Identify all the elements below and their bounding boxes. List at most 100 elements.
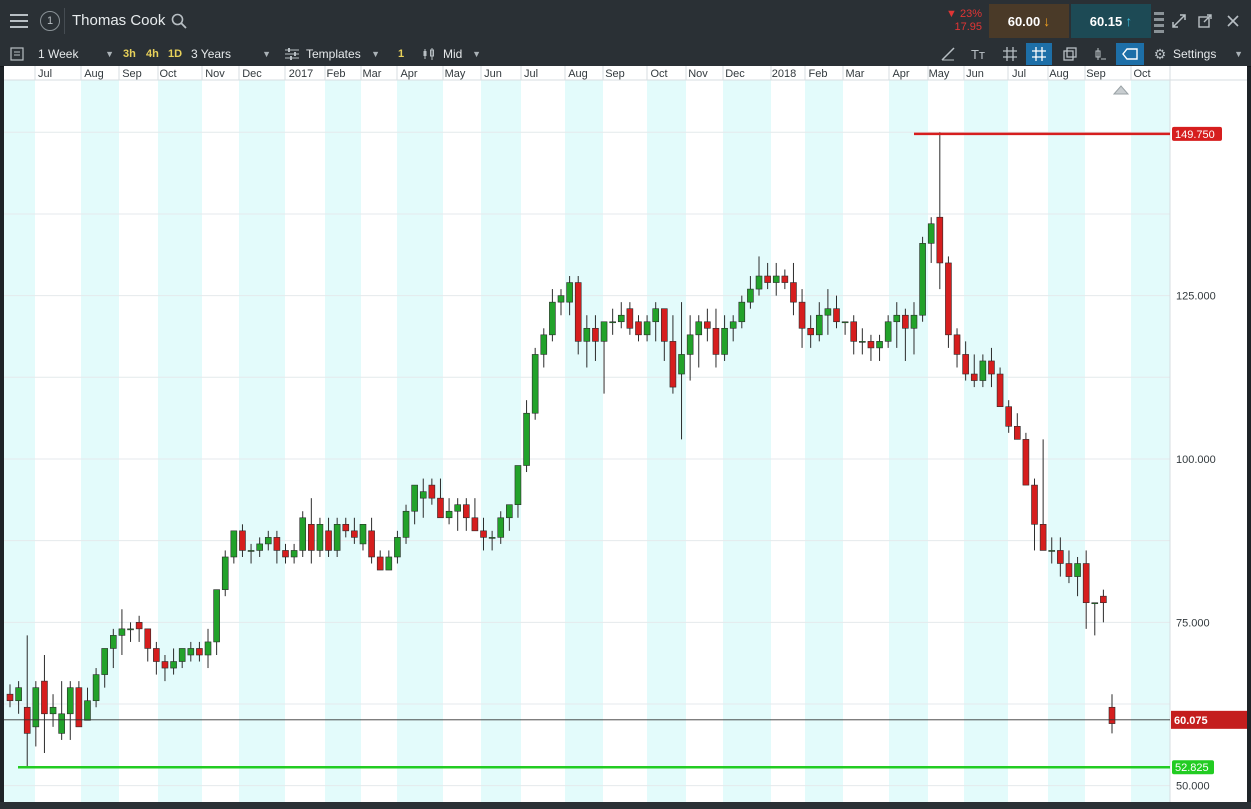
candle-body bbox=[514, 465, 522, 506]
candle bbox=[385, 550, 393, 571]
candle-body bbox=[841, 321, 849, 324]
candle-body bbox=[747, 288, 754, 303]
x-tick-label: Oct bbox=[1133, 68, 1150, 80]
close-icon[interactable] bbox=[1224, 12, 1242, 30]
month-band bbox=[397, 80, 443, 802]
candle-body bbox=[1091, 602, 1099, 605]
candle-body bbox=[755, 275, 763, 290]
gear-icon[interactable]: ⚙ bbox=[1150, 44, 1170, 64]
text-tool-icon[interactable]: Tт bbox=[966, 44, 990, 64]
order-book-icon[interactable] bbox=[1152, 8, 1166, 36]
price-chart[interactable]: 149.750 52.825 60.075 Jul Aug Sep Oct Nov Dec 20… bbox=[4, 66, 1247, 802]
x-tick-label: Jul bbox=[1012, 68, 1026, 80]
candle-style-icon[interactable] bbox=[1088, 44, 1112, 64]
candle bbox=[462, 498, 470, 531]
candle bbox=[308, 498, 315, 564]
templates-icon bbox=[284, 45, 300, 63]
candle-body bbox=[807, 327, 814, 336]
candle-body bbox=[996, 373, 1004, 407]
range-select[interactable]: 3 Years ▼ bbox=[191, 45, 271, 63]
month-band bbox=[805, 80, 843, 802]
candle-body bbox=[351, 530, 358, 538]
candle bbox=[617, 302, 625, 329]
candle-body bbox=[962, 354, 969, 375]
count-badge-label: 1 bbox=[398, 48, 405, 60]
divider bbox=[64, 8, 65, 34]
price-change-box: ▼ 23% 17.95 bbox=[924, 4, 988, 38]
candle-body bbox=[471, 517, 479, 532]
candle bbox=[798, 289, 806, 348]
candle-body bbox=[204, 641, 212, 656]
candle-body bbox=[273, 537, 281, 551]
x-tick-label: 2017 bbox=[289, 68, 313, 80]
current-price-label: 60.075 bbox=[1174, 715, 1208, 727]
candle-body bbox=[316, 524, 324, 551]
popout-icon[interactable] bbox=[1196, 12, 1214, 30]
candle-body bbox=[1031, 484, 1038, 525]
candle bbox=[841, 321, 849, 335]
timeframe-select[interactable]: 1 Week ▼ bbox=[38, 45, 114, 63]
interval-4h-button[interactable]: 4h bbox=[146, 45, 159, 63]
price-type-icon bbox=[420, 45, 438, 63]
candle-body bbox=[1005, 406, 1012, 427]
candle-body bbox=[850, 321, 858, 342]
candle-body bbox=[600, 321, 608, 342]
candle bbox=[945, 256, 952, 348]
draw-line-icon[interactable] bbox=[936, 44, 960, 64]
y-tick-label: 50.000 bbox=[1176, 781, 1210, 793]
candle-body bbox=[893, 314, 901, 323]
candle-body bbox=[264, 537, 272, 545]
x-tick-label: 2018 bbox=[772, 68, 796, 80]
settings-select[interactable]: Settings ▼ bbox=[1173, 45, 1243, 63]
candle-body bbox=[772, 275, 780, 283]
chevron-down-icon: ▼ bbox=[1234, 49, 1243, 59]
chart-area[interactable]: 149.750 52.825 60.075 Jul Aug Sep Oct Nov Dec 20… bbox=[4, 66, 1247, 802]
candle-body bbox=[445, 510, 453, 519]
candle-body bbox=[919, 243, 926, 316]
candle bbox=[919, 236, 926, 322]
x-tick-label: Aug bbox=[84, 68, 104, 80]
panel-toggle-icon[interactable] bbox=[8, 45, 26, 63]
alert-count-icon[interactable]: 1 bbox=[40, 11, 60, 31]
layers-icon[interactable] bbox=[1058, 44, 1082, 64]
candle bbox=[540, 328, 548, 368]
candle bbox=[609, 308, 616, 335]
candle bbox=[204, 628, 212, 669]
tag-icon[interactable] bbox=[1116, 43, 1144, 65]
candle bbox=[1091, 602, 1099, 636]
candle-body bbox=[1065, 563, 1073, 577]
candle-body bbox=[153, 648, 160, 662]
candle-body bbox=[376, 556, 384, 571]
price-type-select[interactable]: Mid ▼ bbox=[443, 45, 481, 63]
candle-body bbox=[135, 622, 143, 630]
candle bbox=[58, 681, 65, 740]
x-tick-label: Jul bbox=[38, 68, 52, 80]
sell-price-button[interactable]: 60.00 ↓ bbox=[989, 4, 1069, 38]
candle-body bbox=[480, 530, 487, 538]
buy-price-button[interactable]: 60.15 ↑ bbox=[1071, 4, 1151, 38]
candle-body bbox=[988, 360, 995, 375]
count-badge[interactable]: 1 bbox=[398, 45, 404, 63]
x-tick-label: Dec bbox=[725, 68, 745, 80]
candle-body bbox=[884, 321, 892, 342]
interval-1d-button[interactable]: 1D bbox=[168, 45, 182, 63]
x-tick-label: Nov bbox=[205, 68, 225, 80]
candle-body bbox=[574, 282, 582, 342]
candle-body bbox=[213, 589, 220, 643]
search-icon[interactable] bbox=[170, 12, 188, 30]
candle bbox=[144, 628, 152, 662]
hamburger-menu-icon[interactable] bbox=[6, 9, 32, 33]
crosshair-icon[interactable] bbox=[1026, 43, 1052, 65]
interval-3h-button[interactable]: 3h bbox=[123, 45, 136, 63]
instrument-name[interactable]: Thomas Cook bbox=[72, 12, 165, 29]
templates-select[interactable]: Templates ▼ bbox=[306, 45, 380, 63]
candle bbox=[635, 315, 642, 342]
candle bbox=[626, 302, 634, 335]
month-band bbox=[964, 80, 1008, 802]
month-band bbox=[481, 80, 521, 802]
expand-icon[interactable] bbox=[1170, 12, 1188, 30]
candle-body bbox=[1082, 563, 1090, 604]
candle-body bbox=[299, 517, 307, 551]
grid-icon[interactable] bbox=[998, 44, 1022, 64]
x-tick-label: Oct bbox=[159, 68, 176, 80]
